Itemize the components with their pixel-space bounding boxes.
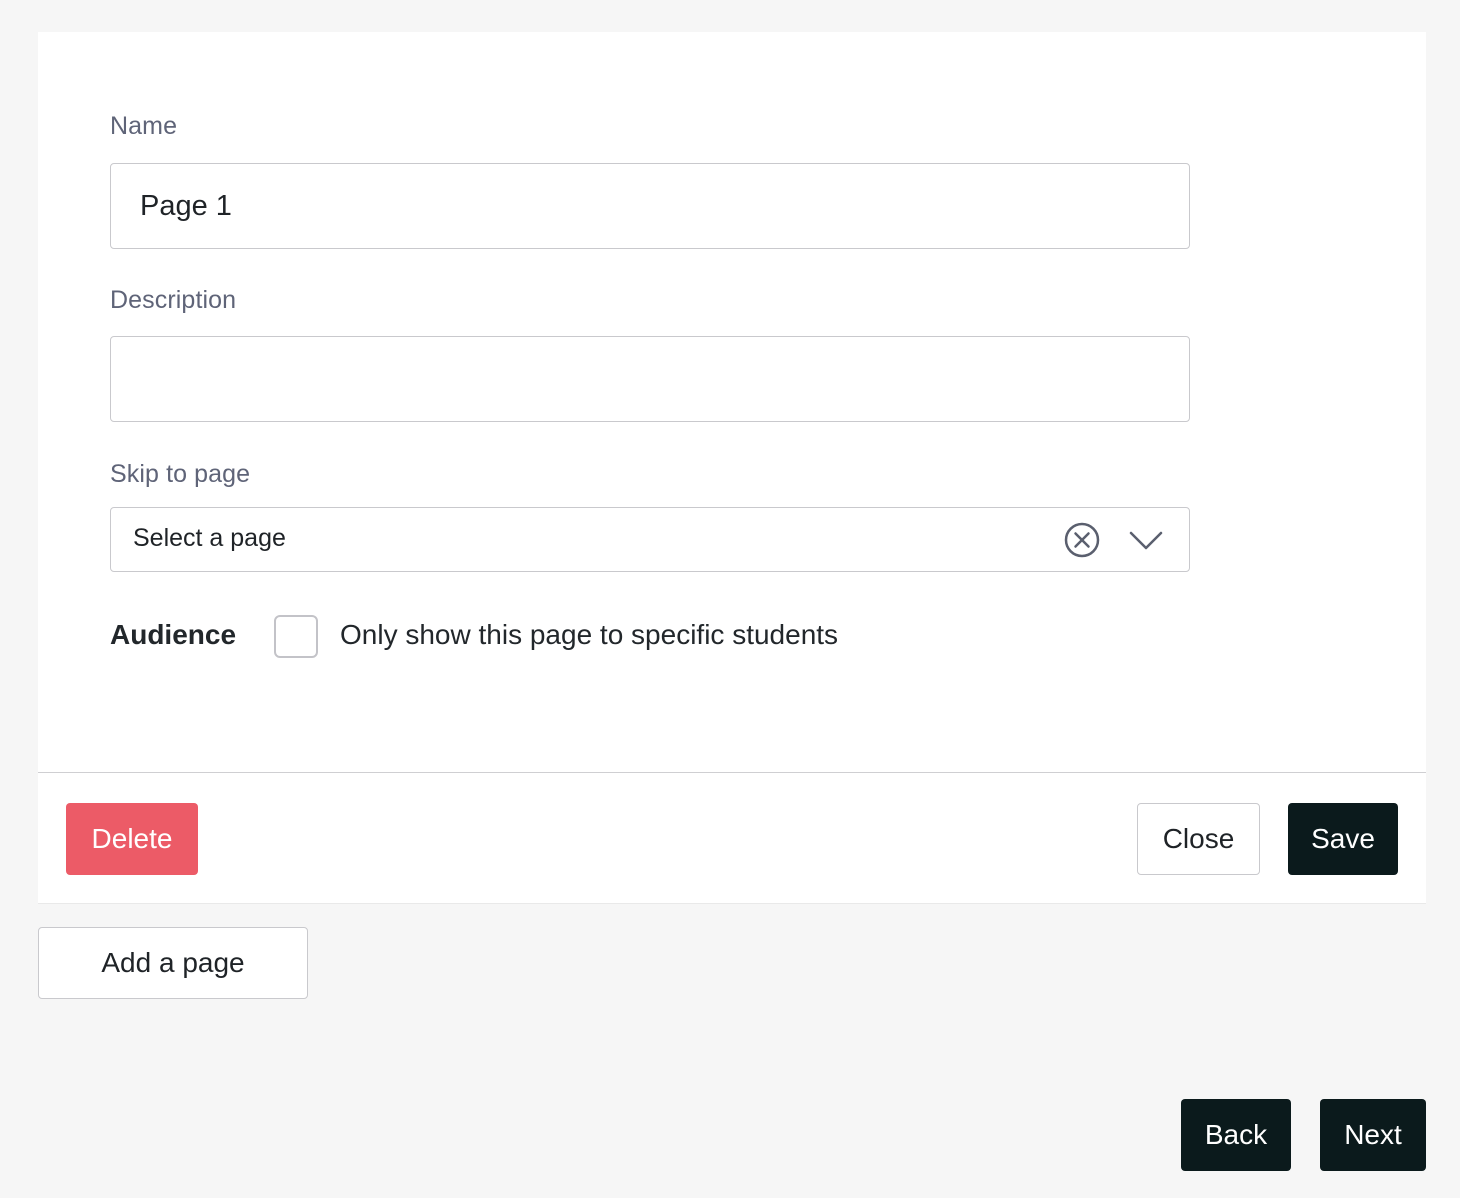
next-button[interactable]: Next: [1320, 1099, 1426, 1171]
audience-label: Audience: [110, 619, 237, 650]
skip-to-page-label: Skip to page: [110, 460, 251, 488]
audience-checkbox[interactable]: [274, 615, 318, 658]
close-button[interactable]: Close: [1137, 803, 1260, 875]
description-input[interactable]: [110, 336, 1190, 422]
audience-row: Audience Only show this page to specific…: [110, 615, 1190, 659]
add-page-button[interactable]: Add a page: [38, 927, 308, 999]
save-button[interactable]: Save: [1288, 803, 1398, 875]
skip-to-page-select[interactable]: Select a page: [110, 507, 1190, 572]
name-input[interactable]: [110, 163, 1190, 249]
delete-button[interactable]: Delete: [66, 803, 198, 875]
skip-to-page-placeholder: Select a page: [133, 524, 286, 552]
back-button[interactable]: Back: [1181, 1099, 1291, 1171]
page-editor-panel: Name Description Skip to page Select a p…: [38, 32, 1426, 904]
circle-x-icon[interactable]: [1063, 521, 1101, 559]
description-label: Description: [110, 286, 237, 314]
chevron-down-icon[interactable]: [1127, 524, 1165, 556]
name-label: Name: [110, 112, 178, 140]
audience-checkbox-label[interactable]: Only show this page to specific students: [340, 619, 838, 651]
panel-divider: [38, 772, 1426, 773]
